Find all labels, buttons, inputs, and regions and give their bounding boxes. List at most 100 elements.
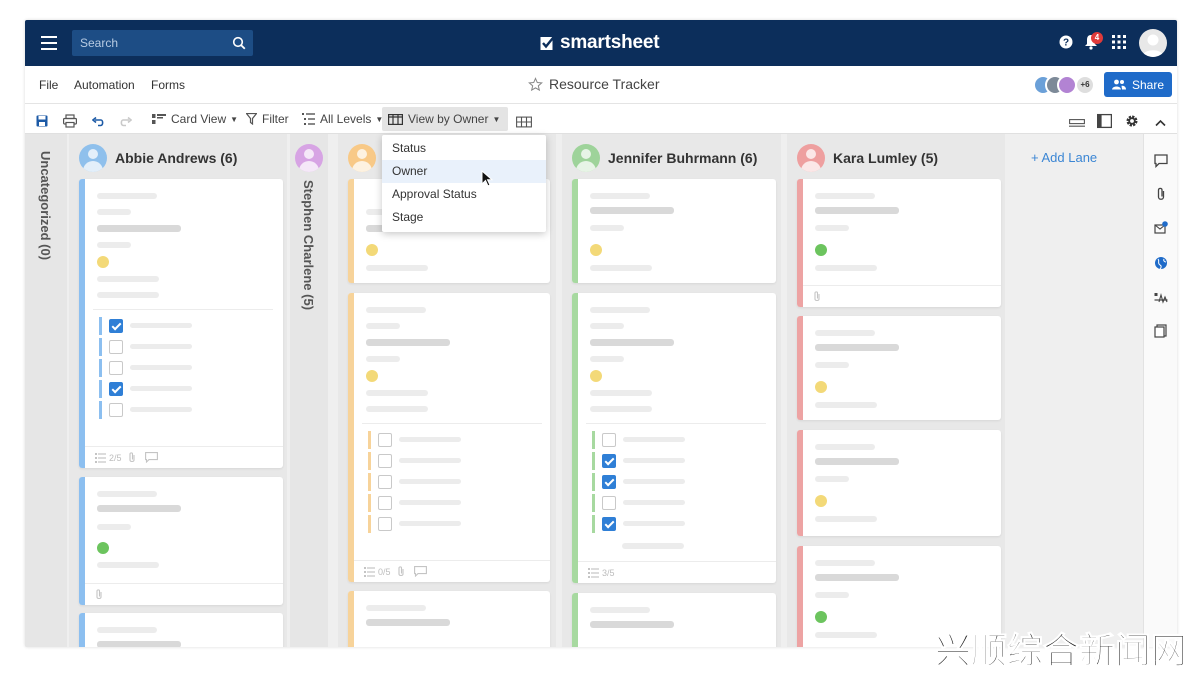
menu-automation[interactable]: Automation — [74, 78, 135, 92]
lane-header[interactable]: Abbie Andrews (6) — [79, 144, 237, 172]
lane-kara-lumley: Kara Lumley (5) — [787, 134, 1005, 647]
card-footer: 2/5 — [85, 446, 283, 468]
search-icon[interactable] — [232, 36, 246, 50]
dropdown-option-approval-status[interactable]: Approval Status — [382, 183, 546, 206]
sheet-title-text: Resource Tracker — [549, 76, 660, 92]
status-dot — [590, 244, 602, 256]
card[interactable]: 3/5 — [572, 293, 776, 583]
checkbox[interactable] — [602, 433, 616, 447]
checkbox[interactable] — [602, 496, 616, 510]
lane-header[interactable]: Jennifer Buhrmann (6) — [572, 144, 757, 172]
globe-icon[interactable] — [1154, 256, 1168, 270]
share-button[interactable]: Share — [1104, 72, 1172, 97]
chevron-up-icon[interactable] — [1155, 114, 1166, 132]
status-dot — [590, 370, 602, 382]
gear-icon[interactable] — [1125, 112, 1139, 130]
checkbox[interactable] — [602, 517, 616, 531]
checkbox[interactable] — [378, 475, 392, 489]
card-view-button[interactable]: Card View ▼ — [152, 110, 238, 128]
dropdown-option-owner[interactable]: Owner — [382, 160, 546, 183]
card-footer — [803, 285, 1001, 307]
lane-stephen-charlene[interactable]: Stephen Charlene (5) — [290, 134, 328, 647]
checkbox[interactable] — [109, 361, 123, 375]
card[interactable] — [348, 591, 550, 647]
star-icon[interactable] — [528, 76, 543, 92]
panel-icon[interactable] — [1097, 112, 1112, 130]
activity-log-icon[interactable] — [1154, 291, 1168, 305]
lane-header[interactable] — [348, 144, 384, 172]
card[interactable] — [572, 179, 776, 283]
more-collaborators[interactable]: +6 — [1075, 75, 1095, 95]
checkbox[interactable] — [109, 319, 123, 333]
attachment-icon — [96, 589, 102, 600]
attachment-icon[interactable] — [1154, 187, 1168, 201]
lane-title: Abbie Andrews (6) — [115, 150, 238, 166]
lane-uncategorized[interactable]: Uncategorized (0) — [25, 134, 67, 647]
collaborator-avatar[interactable] — [1057, 75, 1077, 95]
checkbox[interactable] — [109, 403, 123, 417]
help-icon[interactable]: ? — [1059, 35, 1073, 49]
owner-avatar — [295, 144, 323, 172]
status-dot — [815, 381, 827, 393]
owner-avatar — [572, 144, 600, 172]
search-input[interactable] — [72, 30, 222, 56]
undo-icon[interactable] — [92, 113, 104, 131]
card[interactable]: 2/5 — [79, 179, 283, 468]
card[interactable]: 0/5 — [348, 293, 550, 582]
all-levels-button[interactable]: All Levels ▼ — [302, 110, 383, 128]
svg-text:?: ? — [1063, 38, 1069, 49]
checklist-count: 3/5 — [602, 567, 615, 578]
status-dot — [815, 244, 827, 256]
collapse-header-icon[interactable] — [1069, 114, 1085, 132]
user-avatar[interactable] — [1139, 29, 1167, 57]
card[interactable] — [797, 316, 1001, 420]
checkbox[interactable] — [378, 454, 392, 468]
card[interactable] — [79, 477, 283, 605]
update-requests-icon[interactable] — [1154, 221, 1168, 235]
checkbox[interactable] — [109, 382, 123, 396]
checkbox[interactable] — [109, 340, 123, 354]
menu-file[interactable]: File — [39, 78, 58, 92]
top-nav-bar: smartsheet ? 4 — [25, 20, 1177, 66]
checkbox[interactable] — [602, 454, 616, 468]
attachment-icon — [814, 291, 820, 302]
status-dot — [366, 370, 378, 382]
card[interactable] — [797, 179, 1001, 307]
lanes-icon — [388, 113, 403, 125]
status-dot — [815, 611, 827, 623]
checkbox[interactable] — [378, 517, 392, 531]
lane-header[interactable]: Kara Lumley (5) — [797, 144, 938, 172]
dropdown-option-status[interactable]: Status — [382, 137, 546, 160]
search-box[interactable] — [72, 30, 253, 56]
compact-view-icon[interactable] — [516, 113, 532, 131]
redo-icon[interactable] — [120, 113, 132, 131]
card-view-icon — [152, 114, 166, 124]
smartsheet-logo[interactable]: smartsheet — [540, 31, 660, 55]
lane-abbie-andrews: Abbie Andrews (6) 2/5 — [69, 134, 287, 647]
caret-down-icon: ▼ — [492, 114, 501, 124]
dropdown-option-stage[interactable]: Stage — [382, 206, 546, 229]
card[interactable] — [797, 430, 1001, 536]
checkbox[interactable] — [378, 433, 392, 447]
checkbox[interactable] — [602, 475, 616, 489]
add-lane-button[interactable]: + Add Lane — [1031, 150, 1097, 165]
app-window: smartsheet ? 4 File Automation Forms Res… — [25, 20, 1177, 647]
menu-forms[interactable]: Forms — [151, 78, 185, 92]
print-icon[interactable] — [63, 112, 77, 130]
card-footer: 0/5 — [354, 560, 550, 582]
status-dot — [97, 256, 109, 268]
filter-button[interactable]: Filter — [246, 110, 289, 128]
card[interactable] — [79, 613, 283, 647]
checkbox[interactable] — [378, 496, 392, 510]
menu-icon[interactable] — [41, 36, 57, 50]
view-by-button[interactable]: View by Owner ▼ — [382, 107, 509, 131]
status-dot — [366, 244, 378, 256]
checklist-icon — [95, 452, 106, 463]
publish-icon[interactable] — [1154, 324, 1168, 338]
checklist-icon — [364, 566, 375, 577]
save-icon[interactable] — [36, 112, 48, 130]
comment-icon[interactable] — [1154, 154, 1168, 168]
apps-grid-icon[interactable] — [1112, 35, 1126, 49]
lane-uncategorized-label: Uncategorized (0) — [38, 151, 53, 261]
card[interactable] — [572, 593, 776, 647]
